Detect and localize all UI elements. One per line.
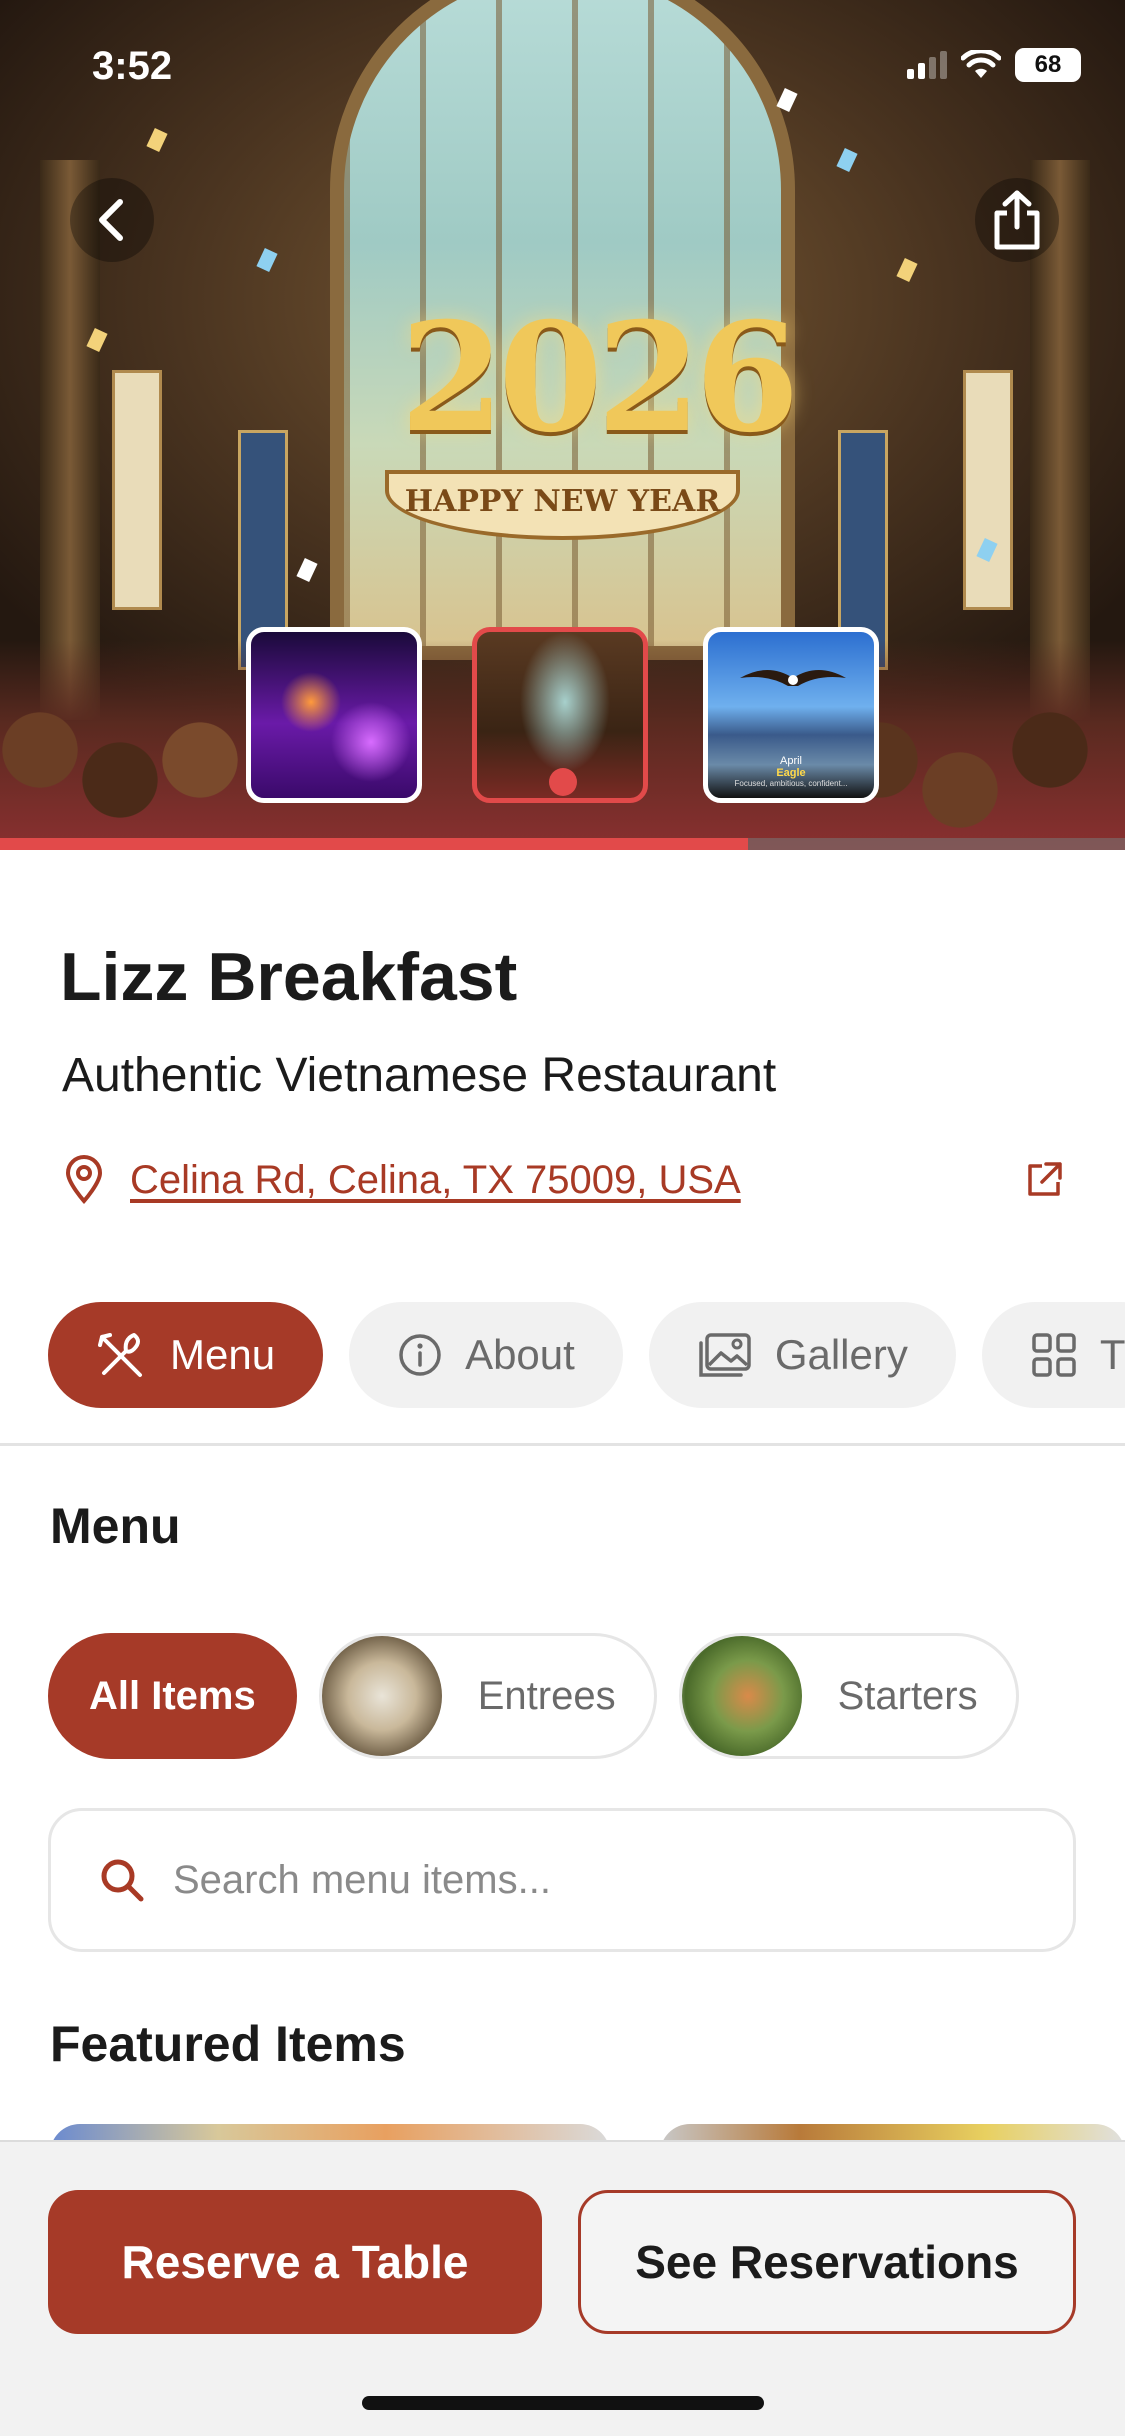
wifi-icon <box>961 50 1001 78</box>
signal-icon <box>907 51 947 79</box>
category-entrees-label: Entrees <box>477 1673 616 1718</box>
info-icon <box>399 1334 441 1376</box>
featured-items-heading: Featured Items <box>50 2016 406 2072</box>
eagle-thumbnail[interactable]: April Eagle Focused, ambitious, confiden… <box>703 627 879 803</box>
tabs-divider <box>0 1443 1125 1446</box>
eagle-description: Focused, ambitious, confident... <box>734 779 848 788</box>
tab-menu[interactable]: Menu <box>48 1302 324 1408</box>
status-icons: 68 <box>907 48 1081 82</box>
search-input[interactable]: Search menu items... <box>48 1808 1076 1952</box>
share-button[interactable] <box>975 178 1059 262</box>
tab-gallery[interactable]: Gallery <box>648 1302 956 1408</box>
story-progress-track <box>0 838 1125 850</box>
tab-about-label: About <box>465 1331 575 1378</box>
back-button[interactable] <box>70 178 154 262</box>
category-starters[interactable]: Starters <box>678 1633 1019 1759</box>
eagle-title: Eagle <box>776 767 806 779</box>
confetti <box>836 147 858 173</box>
status-time: 3:52 <box>92 44 173 88</box>
share-icon <box>994 190 1040 250</box>
tab-gallery-label: Gallery <box>774 1331 908 1378</box>
gallery-icon <box>699 1333 751 1377</box>
category-filters: All Items Entrees Starters <box>48 1633 1019 1759</box>
external-link-icon[interactable] <box>1024 1160 1064 1200</box>
confetti <box>896 257 918 283</box>
reserve-table-button[interactable]: Reserve a Table <box>48 2190 542 2334</box>
eagle-icon <box>740 670 846 686</box>
tab-more-label: T <box>1099 1331 1125 1378</box>
address-link[interactable]: Celina Rd, Celina, TX 75009, USA <box>130 1158 741 1203</box>
see-reservations-button[interactable]: See Reservations <box>578 2190 1076 2334</box>
grid-icon <box>1032 1333 1076 1377</box>
tab-about[interactable]: About <box>349 1302 623 1408</box>
battery-indicator: 68 <box>1015 48 1081 82</box>
night-event-thumbnail[interactable] <box>246 627 422 803</box>
tab-menu-label: Menu <box>170 1331 276 1378</box>
search-placeholder: Search menu items... <box>173 1857 551 1902</box>
new-year-cathedral-thumbnail[interactable] <box>472 627 648 803</box>
eagle-month: April <box>779 755 802 767</box>
eagle-caption: April Eagle Focused, ambitious, confiden… <box>708 755 874 788</box>
category-all-items-label: All Items <box>89 1673 256 1718</box>
confetti <box>146 127 168 153</box>
restaurant-name: Lizz Breakfast <box>60 939 518 1015</box>
tab-more[interactable]: T <box>981 1302 1125 1408</box>
category-all-items[interactable]: All Items <box>48 1633 297 1759</box>
story-progress-fill <box>0 838 749 850</box>
search-icon <box>101 1859 144 1902</box>
category-starters-label: Starters <box>837 1673 978 1718</box>
confetti <box>296 557 318 583</box>
menu-heading: Menu <box>50 1498 181 1554</box>
utensils-icon <box>98 1333 142 1377</box>
section-tabs: Menu About Gallery T <box>48 1302 1125 1408</box>
confetti <box>256 247 278 273</box>
address-row[interactable]: Celina Rd, Celina, TX 75009, USA <box>64 1150 1064 1210</box>
entrees-image <box>321 1636 442 1756</box>
map-pin-icon <box>65 1155 103 1205</box>
hero-banner[interactable]: 2026 HAPPY NEW YEAR 3:52 68 April Eagle … <box>0 0 1125 850</box>
chevron-left-icon <box>99 199 123 241</box>
category-entrees[interactable]: Entrees <box>318 1633 657 1759</box>
starters-image <box>681 1636 802 1756</box>
left-banner <box>112 370 162 610</box>
home-indicator <box>362 2396 764 2410</box>
hero-year-text: 2026 <box>400 290 799 466</box>
active-indicator <box>549 768 577 796</box>
right-banner <box>963 370 1013 610</box>
restaurant-tagline: Authentic Vietnamese Restaurant <box>62 1049 777 1102</box>
